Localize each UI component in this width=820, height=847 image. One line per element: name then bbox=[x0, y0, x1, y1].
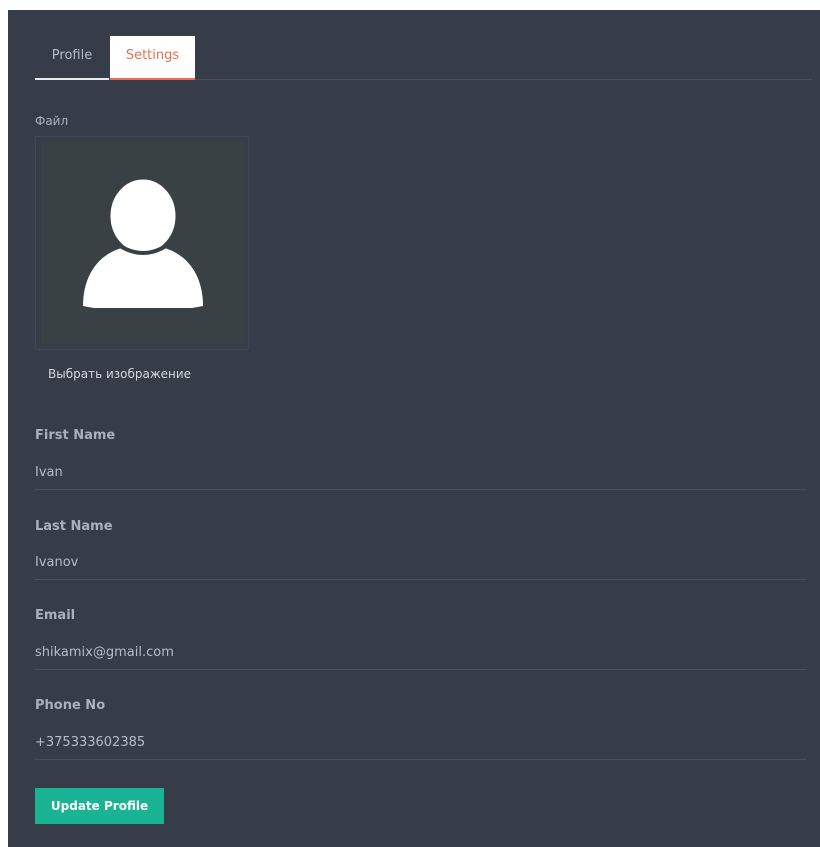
phone-input[interactable] bbox=[35, 726, 807, 760]
avatar-frame bbox=[35, 136, 249, 350]
phone-label: Phone No bbox=[35, 698, 106, 713]
first-name-label: First Name bbox=[35, 428, 116, 443]
avatar[interactable] bbox=[41, 142, 243, 344]
first-name-input[interactable] bbox=[35, 456, 807, 490]
tab-settings[interactable]: Settings bbox=[110, 36, 195, 80]
choose-image-link[interactable]: Выбрать изображение bbox=[48, 367, 191, 381]
tab-bar: Profile Settings bbox=[35, 36, 812, 80]
email-input[interactable] bbox=[35, 636, 807, 670]
tab-profile[interactable]: Profile bbox=[35, 36, 109, 80]
update-profile-button[interactable]: Update Profile bbox=[35, 788, 164, 824]
file-label: Файл bbox=[35, 114, 69, 128]
last-name-label: Last Name bbox=[35, 519, 113, 534]
user-silhouette-icon bbox=[83, 178, 203, 308]
last-name-input[interactable] bbox=[35, 546, 807, 580]
profile-panel: Profile Settings Файл Выбрать изображени… bbox=[8, 10, 820, 847]
email-label: Email bbox=[35, 608, 76, 623]
